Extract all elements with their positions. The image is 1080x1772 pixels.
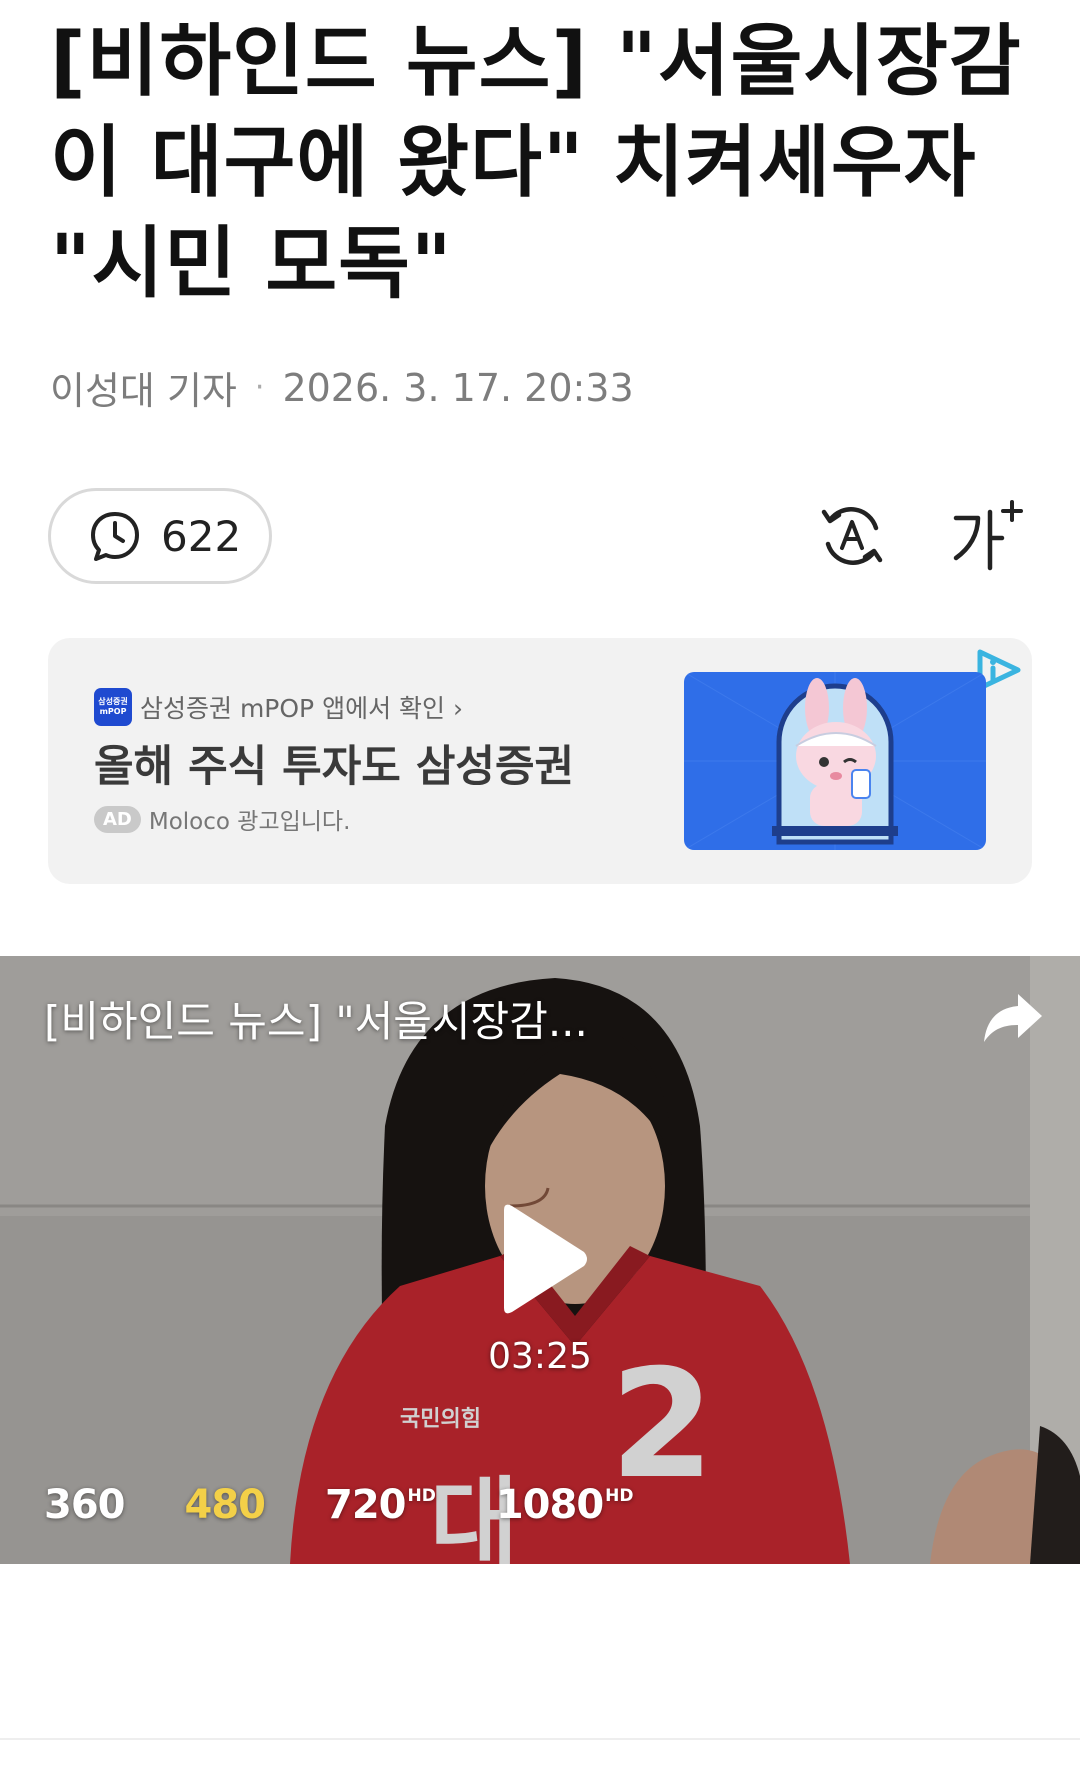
quality-option-720[interactable]: 720 HD [325, 1482, 436, 1528]
ad-image-bunny[interactable] [684, 672, 986, 850]
meta-separator: · [254, 370, 265, 405]
ad-banner[interactable]: 삼성증권 mPOP 삼성증권 mPOP 앱에서 확인 › 올해 주식 투자도 삼… [48, 638, 1032, 884]
app-logo-bottom: mPOP [99, 707, 127, 716]
article-meta: 이성대 기자 · 2026. 3. 17. 20:33 [50, 360, 634, 415]
article-page: [비하인드 뉴스] "서울시장감이 대구에 왔다" 치켜세우자 "시민 모독" … [0, 0, 1080, 1772]
app-logo-top: 삼성증권 [98, 697, 128, 706]
quality-label: 1080 [495, 1482, 604, 1528]
ad-label: Moloco 광고입니다. [148, 809, 351, 835]
quality-label: 360 [44, 1482, 125, 1528]
video-title: [비하인드 뉴스] "서울시장감... [44, 997, 588, 1046]
ad-disclosure: AD Moloco 광고입니다. [94, 802, 350, 836]
video-duration: 03:25 [488, 1336, 592, 1377]
article-title: [비하인드 뉴스] "서울시장감이 대구에 왔다" 치켜세우자 "시민 모독" [50, 17, 1022, 309]
hd-badge: HD [407, 1486, 436, 1506]
play-icon[interactable] [492, 1200, 592, 1318]
quality-option-360[interactable]: 360 [44, 1482, 125, 1528]
comment-count: 622 [161, 511, 242, 561]
publish-datetime: 2026. 3. 17. 20:33 [282, 365, 634, 410]
video-player[interactable]: 국민의힘 2 대 [비하인드 뉴스] "서울시장감... 03:25 360 4… [0, 956, 1080, 1564]
ad-app-link[interactable]: 삼성증권 mPOP 앱에서 확인 › [140, 689, 463, 725]
samsung-mpop-logo: 삼성증권 mPOP [94, 688, 132, 726]
hd-badge: HD [605, 1486, 634, 1506]
ad-headline[interactable]: 올해 주식 투자도 삼성증권 [94, 732, 574, 794]
comment-button[interactable]: 622 [48, 488, 272, 584]
font-size-icon[interactable] [948, 498, 1024, 574]
translate-icon[interactable] [814, 498, 890, 574]
share-arrow-icon[interactable] [980, 988, 1046, 1048]
quality-label: 720 [325, 1482, 406, 1528]
quality-option-1080[interactable]: 1080 HD [496, 1482, 634, 1528]
speech-bubble-clock-icon [91, 512, 139, 561]
divider [0, 1738, 1080, 1740]
quality-selector: 360 480 720 HD 1080 HD [44, 1482, 694, 1528]
ad-app-row[interactable]: 삼성증권 mPOP 삼성증권 mPOP 앱에서 확인 › [94, 688, 463, 726]
quality-label: 480 [184, 1482, 266, 1528]
quality-option-480[interactable]: 480 [185, 1482, 266, 1528]
author-name[interactable]: 이성대 기자 [50, 360, 237, 415]
ad-badge: AD [94, 805, 141, 833]
